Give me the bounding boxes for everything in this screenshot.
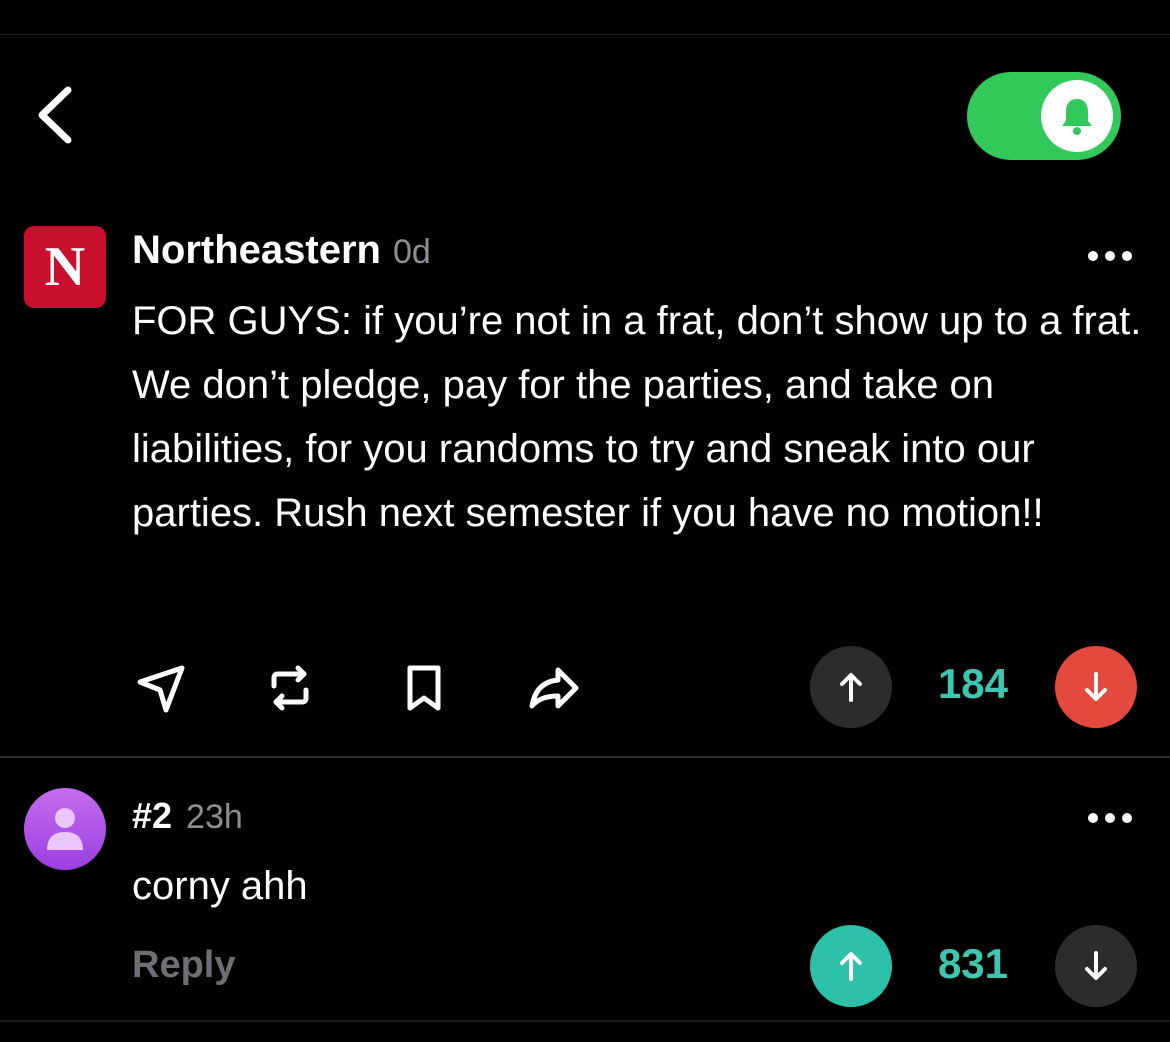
post-downvote-button[interactable]	[1055, 646, 1137, 728]
post-divider	[0, 756, 1170, 758]
chevron-left-icon	[38, 86, 72, 144]
arrow-down-icon	[1085, 951, 1107, 980]
comment-number: #2	[132, 795, 173, 836]
more-dot	[1105, 813, 1115, 823]
comment-body: corny ahh	[132, 864, 308, 908]
bookmark-button[interactable]	[396, 660, 452, 716]
post-author[interactable]: Northeastern	[132, 228, 381, 273]
reply-button[interactable]: Reply	[132, 944, 235, 987]
school-logo[interactable]: N	[24, 226, 106, 308]
repost-icon	[271, 665, 309, 711]
post-header: Northeastern 0d	[132, 228, 431, 273]
more-dot	[1122, 813, 1132, 823]
comment-vote-count: 831	[937, 940, 1009, 987]
comment-header: #2 23h	[132, 795, 243, 837]
forward-button[interactable]	[526, 660, 582, 716]
bell-icon	[1062, 99, 1092, 135]
arrow-up-icon	[840, 673, 862, 702]
more-dot	[1088, 251, 1098, 261]
arrow-up-icon	[840, 952, 862, 981]
avatar[interactable]	[24, 788, 106, 870]
bottom-divider	[0, 1020, 1170, 1022]
send-button[interactable]	[134, 660, 190, 716]
comment-upvote-button[interactable]	[810, 925, 892, 1007]
comment-age: 23h	[186, 798, 243, 836]
arrow-down-icon	[1085, 672, 1107, 701]
notification-toggle[interactable]	[967, 72, 1121, 160]
more-dot	[1105, 251, 1115, 261]
more-dot	[1088, 813, 1098, 823]
comment-downvote-button[interactable]	[1055, 925, 1137, 1007]
repost-button[interactable]	[262, 660, 318, 716]
post-age: 0d	[392, 233, 431, 271]
toggle-knob	[1041, 80, 1113, 152]
more-dot	[1122, 251, 1132, 261]
back-button[interactable]	[28, 82, 88, 148]
user-icon	[47, 808, 83, 850]
comment-more-button[interactable]	[1088, 808, 1132, 828]
post-vote-count: 184	[937, 660, 1009, 707]
post-upvote-button[interactable]	[810, 646, 892, 728]
top-divider	[0, 34, 1170, 35]
post-body: FOR GUYS: if you’re not in a frat, don’t…	[132, 299, 1142, 535]
post-more-button[interactable]	[1088, 246, 1132, 266]
bookmark-icon	[407, 665, 441, 711]
send-icon	[137, 665, 185, 713]
forward-icon	[529, 667, 579, 709]
